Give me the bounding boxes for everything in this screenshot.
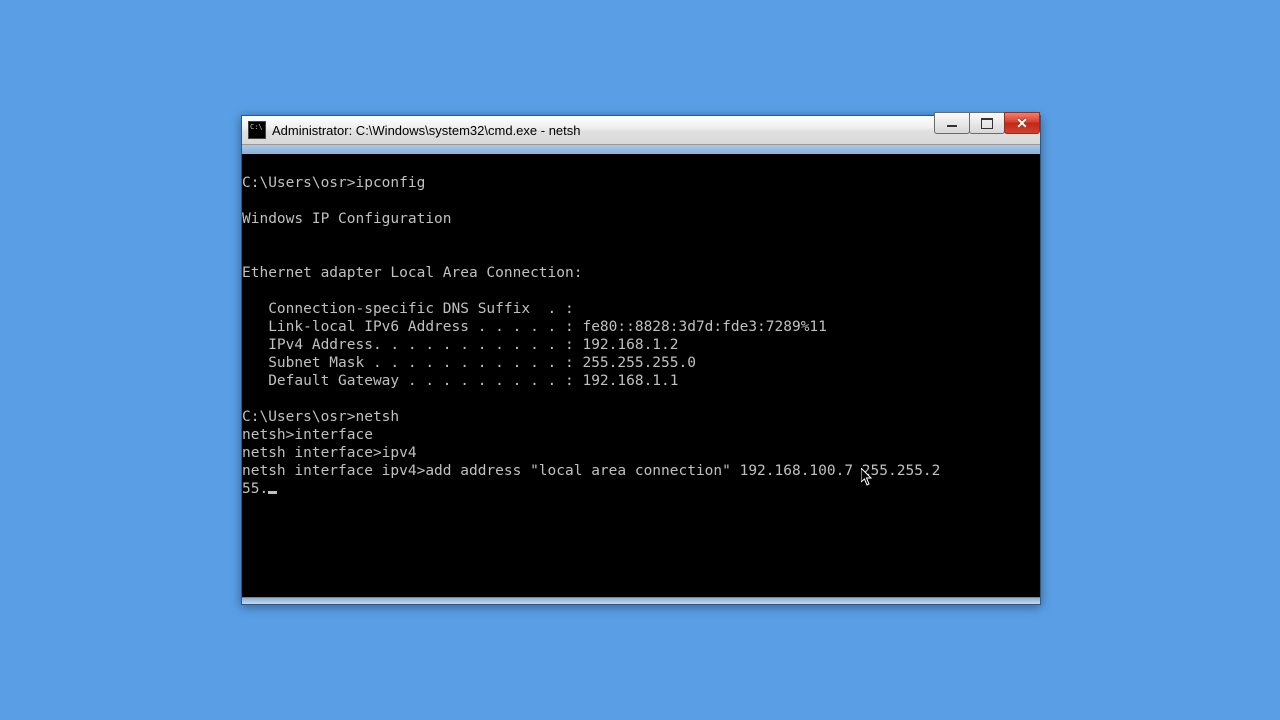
maximize-button[interactable]	[969, 112, 1005, 134]
cmd-icon	[248, 121, 266, 139]
cmd-window: Administrator: C:\Windows\system32\cmd.e…	[241, 115, 1041, 605]
maximize-icon	[981, 118, 993, 129]
terminal-output[interactable]: C:\Users\osr>ipconfig Windows IP Configu…	[242, 154, 1040, 604]
close-button[interactable]: ✕	[1004, 112, 1040, 134]
titlebar[interactable]: Administrator: C:\Windows\system32\cmd.e…	[242, 116, 1040, 145]
window-controls: ✕	[934, 112, 1040, 134]
window-title: Administrator: C:\Windows\system32\cmd.e…	[272, 123, 581, 138]
window-bottom-border	[242, 597, 1040, 604]
text-cursor	[268, 491, 277, 494]
minimize-button[interactable]	[934, 112, 970, 134]
minimize-icon	[947, 125, 957, 127]
close-icon: ✕	[1016, 116, 1028, 130]
